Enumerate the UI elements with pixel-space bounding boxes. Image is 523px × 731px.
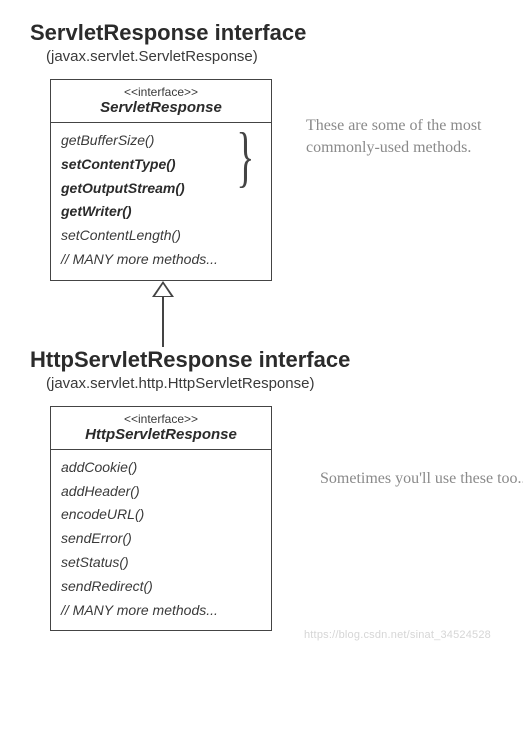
uml-box-httpservletresponse: <<interface>> HttpServletResponse addCoo… xyxy=(50,406,272,632)
section1-wrap: <<interface>> ServletResponse getBufferS… xyxy=(30,79,493,347)
method-row: // MANY more methods... xyxy=(61,599,261,623)
inheritance-connector xyxy=(152,281,493,347)
section2-subtitle: (javax.servlet.http.HttpServletResponse) xyxy=(46,375,493,392)
section2-title: HttpServletResponse interface xyxy=(30,347,493,373)
uml-body: addCookie() addHeader() encodeURL() send… xyxy=(51,450,271,631)
method-row: getOutputStream() xyxy=(61,177,261,201)
section1-subtitle: (javax.servlet.ServletResponse) xyxy=(46,48,493,65)
hollow-triangle-inner xyxy=(155,284,171,296)
section-1: ServletResponse interface (javax.servlet… xyxy=(30,20,493,347)
method-row: encodeURL() xyxy=(61,503,261,527)
method-row: // MANY more methods... xyxy=(61,248,261,272)
method-row: sendError() xyxy=(61,527,261,551)
section1-title: ServletResponse interface xyxy=(30,20,493,46)
method-row: addHeader() xyxy=(61,480,261,504)
uml-head: <<interface>> HttpServletResponse xyxy=(51,407,271,450)
class-name: ServletResponse xyxy=(55,99,267,116)
uml-box-servletresponse: <<interface>> ServletResponse getBufferS… xyxy=(50,79,272,281)
brace-icon: } xyxy=(236,126,254,187)
method-row: setContentLength() xyxy=(61,224,261,248)
connector-line xyxy=(162,296,164,347)
method-row: getWriter() xyxy=(61,200,261,224)
uml-body: getBufferSize() setContentType() getOutp… xyxy=(51,123,271,280)
watermark-text: https://blog.csdn.net/sinat_34524528 xyxy=(304,629,491,641)
stereotype-label: <<interface>> xyxy=(55,85,267,99)
annotation-2: Sometimes you'll use these too... xyxy=(320,468,523,490)
stereotype-label: <<interface>> xyxy=(55,412,267,426)
method-row: addCookie() xyxy=(61,456,261,480)
class-name: HttpServletResponse xyxy=(55,426,267,443)
section-2: HttpServletResponse interface (javax.ser… xyxy=(30,347,493,638)
method-row: sendRedirect() xyxy=(61,575,261,599)
method-row: getBufferSize() xyxy=(61,129,261,153)
method-row: setStatus() xyxy=(61,551,261,575)
annotation-1: These are some of the most commonly-used… xyxy=(306,115,516,158)
section2-wrap: <<interface>> HttpServletResponse addCoo… xyxy=(30,406,493,638)
uml-head: <<interface>> ServletResponse xyxy=(51,80,271,123)
method-row: setContentType() xyxy=(61,153,261,177)
